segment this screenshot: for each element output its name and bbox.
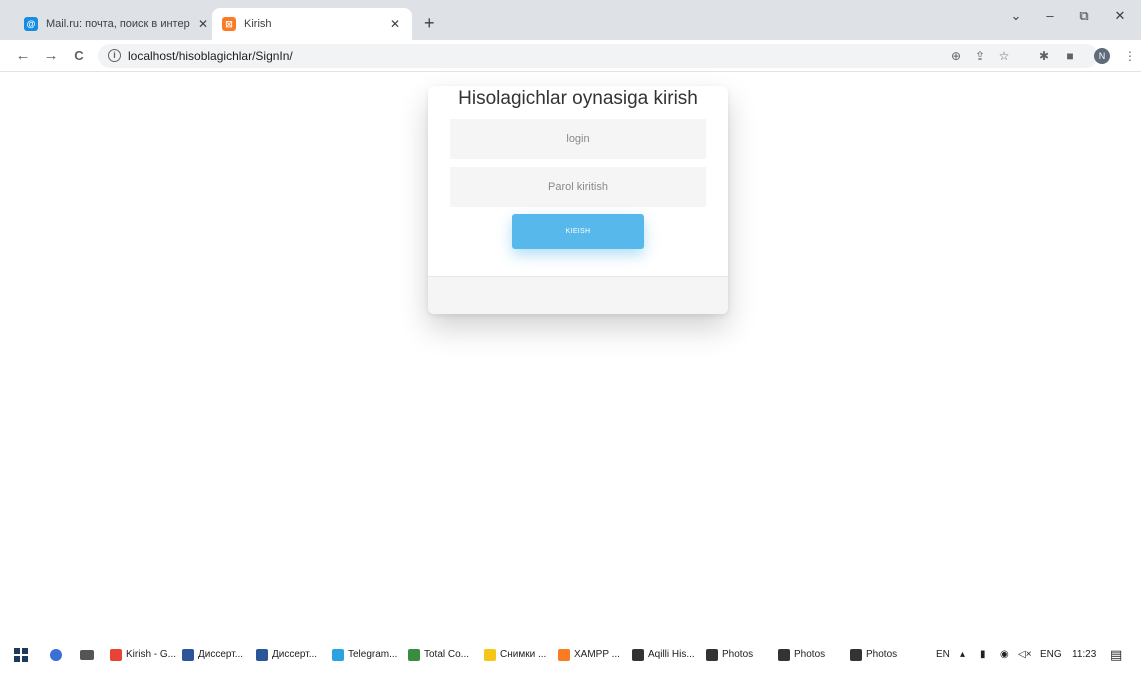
task-view-button[interactable] [80, 632, 98, 677]
close-icon[interactable]: ✕ [388, 17, 402, 31]
microphone-icon[interactable]: ▮ [980, 632, 986, 677]
taskbar-item-label: Снимки ... [500, 649, 547, 660]
taskbar-item[interactable]: XAMPP ... [558, 632, 620, 677]
minimize-button[interactable]: – [1040, 8, 1060, 23]
address-bar[interactable]: i localhost/hisoblagichlar/SignIn/ ⊕ ⇪ ☆ [98, 44, 1098, 68]
login-card: Hisolagichlar oynasiga kirish KIEISH [428, 86, 728, 314]
menu-icon[interactable]: ⋮ [1122, 49, 1138, 63]
tab-mailru[interactable]: @ Mail.ru: почта, поиск в интернет ✕ [14, 8, 220, 40]
app-icon [632, 648, 644, 661]
taskbar-item-label: Telegram... [348, 649, 398, 660]
tab-strip: @ Mail.ru: почта, поиск в интернет ✕ ⊠ K… [0, 0, 1141, 40]
taskbar: Kirish - G... Диссерт... Диссерт... Telegra… [0, 632, 1141, 677]
taskbar-item-label: Total Co... [424, 649, 470, 660]
profile-avatar[interactable]: N [1094, 48, 1110, 64]
close-icon[interactable]: ✕ [196, 17, 210, 31]
taskbar-item-label: Диссерт... [272, 649, 318, 660]
share-icon[interactable]: ⇪ [972, 49, 988, 63]
taskbar-item[interactable]: Photos [850, 632, 897, 677]
taskbar-item[interactable]: Telegram... [332, 632, 397, 677]
taskbar-item[interactable]: Диссерт... [182, 632, 243, 677]
clock[interactable]: 11:23 [1072, 632, 1096, 677]
taskbar-item-label: Photos [866, 649, 898, 660]
new-tab-button[interactable]: + [424, 14, 435, 32]
zoom-icon[interactable]: ⊕ [948, 49, 964, 63]
taskbar-item[interactable]: Photos [778, 632, 825, 677]
password-input[interactable] [450, 167, 706, 207]
app-icon [256, 648, 268, 661]
taskbar-item-label: Photos [794, 649, 826, 660]
tab-kirish[interactable]: ⊠ Kirish ✕ [212, 8, 412, 40]
taskbar-item-label: Photos [722, 649, 754, 660]
tray-lang-short[interactable]: EN [936, 632, 950, 677]
bookmark-star-icon[interactable]: ☆ [996, 49, 1012, 63]
tray-chevron-icon[interactable]: ▴ [960, 632, 965, 677]
taskbar-item[interactable]: Photos [706, 632, 753, 677]
tab-search-icon[interactable]: ⌄ [1006, 8, 1026, 24]
cortana-icon [50, 648, 62, 661]
volume-icon[interactable]: ◁× [1018, 632, 1032, 677]
app-icon [850, 648, 862, 661]
taskbar-item[interactable]: Kirish - G... [110, 632, 176, 677]
app-icon [484, 648, 496, 661]
close-window-button[interactable]: ✕ [1110, 8, 1130, 24]
notifications-icon[interactable]: ▤ [1110, 632, 1122, 677]
extensions-icon[interactable]: ✱ [1036, 49, 1052, 63]
taskbar-item[interactable]: Total Co... [408, 632, 469, 677]
app-icon [558, 648, 570, 661]
mailru-icon: @ [24, 17, 38, 31]
cortana-button[interactable] [50, 632, 66, 677]
side-panel-icon[interactable]: ■ [1062, 49, 1078, 63]
tray-lang[interactable]: ENG [1040, 632, 1062, 677]
app-icon [110, 648, 122, 661]
taskbar-item-label: XAMPP ... [574, 649, 620, 660]
back-icon[interactable]: ← [14, 47, 32, 64]
tab-title: Kirish [244, 18, 272, 30]
browser-toolbar: ← → C i localhost/hisoblagichlar/SignIn/… [0, 40, 1141, 72]
submit-button[interactable]: KIEISH [512, 214, 644, 249]
app-icon [332, 648, 344, 661]
taskbar-item-label: Kirish - G... [126, 649, 177, 660]
windows-icon [14, 647, 28, 662]
xampp-icon: ⊠ [222, 17, 236, 31]
task-view-icon [80, 649, 94, 660]
restore-button[interactable]: ⧉ [1074, 8, 1094, 24]
reload-icon[interactable]: C [70, 47, 88, 64]
app-icon [778, 648, 790, 661]
info-icon[interactable]: i [108, 49, 121, 62]
card-footer [428, 276, 728, 314]
network-icon[interactable]: ◉ [1000, 632, 1009, 677]
tab-title: Mail.ru: почта, поиск в интернет [46, 18, 190, 30]
taskbar-item[interactable]: Диссерт... [256, 632, 317, 677]
taskbar-item[interactable]: Aqilli His... [632, 632, 695, 677]
app-icon [182, 648, 194, 661]
page-title: Hisolagichlar oynasiga kirish [458, 88, 698, 109]
taskbar-item-label: Диссерт... [198, 649, 244, 660]
login-input[interactable] [450, 119, 706, 159]
forward-icon[interactable]: → [42, 47, 60, 64]
taskbar-item-label: Aqilli His... [648, 649, 695, 660]
url-text[interactable]: localhost/hisoblagichlar/SignIn/ [128, 49, 293, 63]
start-button[interactable] [14, 632, 28, 677]
app-icon [408, 648, 420, 661]
app-icon [706, 648, 718, 661]
taskbar-item[interactable]: Снимки ... [484, 632, 546, 677]
